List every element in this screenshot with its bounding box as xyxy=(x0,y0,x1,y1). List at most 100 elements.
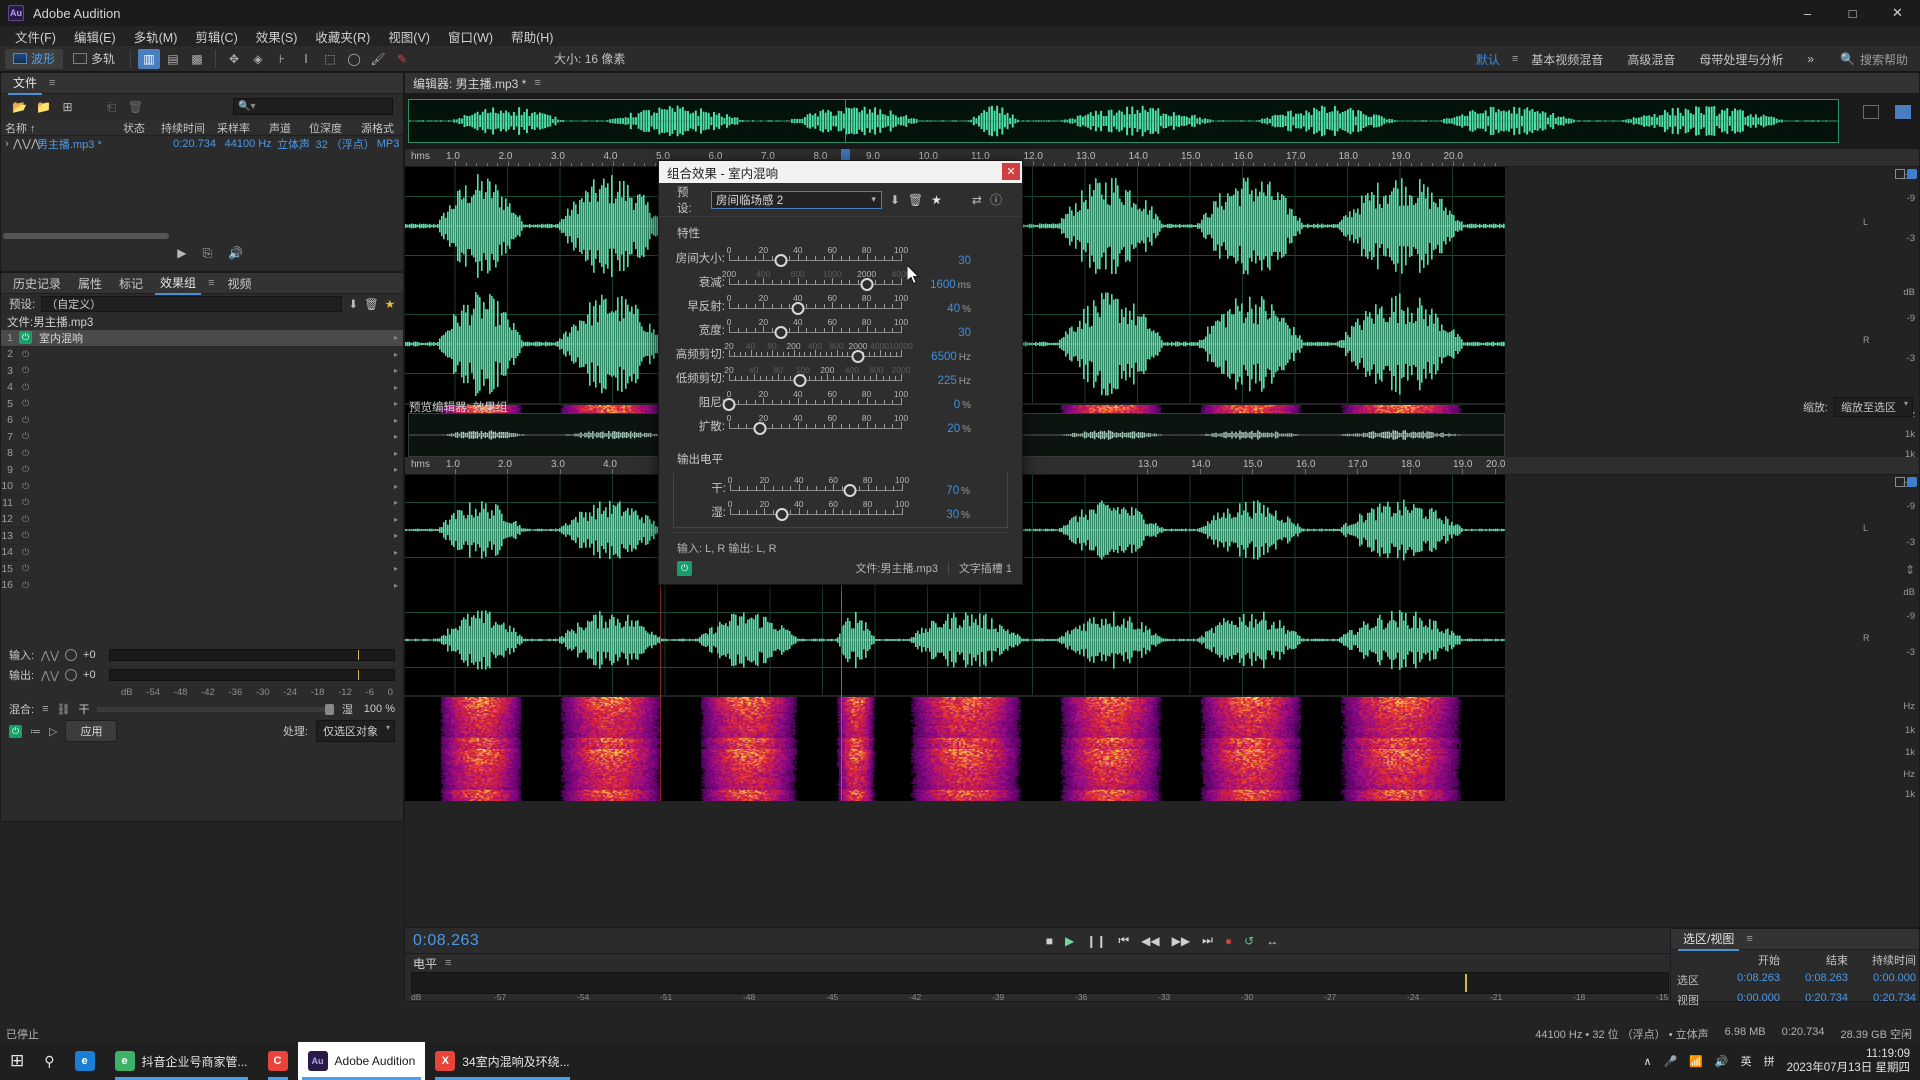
sv-view-duration[interactable]: 0:20.734 xyxy=(1851,990,1919,1010)
move-tool-icon[interactable]: ✥ xyxy=(223,49,245,69)
menu-view[interactable]: 视图(V) xyxy=(379,25,439,48)
time-selection-icon[interactable]: Ⅰ xyxy=(295,49,317,69)
slider-knob[interactable] xyxy=(851,350,865,363)
dialog-preset-select[interactable]: 房间临场感 2 xyxy=(711,190,882,209)
mix-slider[interactable] xyxy=(97,703,334,715)
effects-slot-power-icon[interactable]: ⏻ xyxy=(19,447,32,460)
tab-history[interactable]: 历史记录 xyxy=(8,273,66,294)
dialog-close-button[interactable]: ✕ xyxy=(1002,163,1020,180)
workspace-advanced-mix[interactable]: 高级混音 xyxy=(1615,49,1687,70)
close-window-button[interactable]: ✕ xyxy=(1875,0,1920,26)
spot-healing-brush-icon[interactable]: ✎ xyxy=(391,49,413,69)
effects-slot-power-icon[interactable]: ⏻ xyxy=(19,430,32,443)
pause-button[interactable]: ❙❙ xyxy=(1086,934,1106,948)
shuttle-button[interactable]: ↔ xyxy=(1266,934,1278,948)
chevron-right-icon[interactable]: ▸ xyxy=(394,482,398,491)
loop-button[interactable]: ↺ xyxy=(1244,934,1254,948)
chevron-right-icon[interactable]: ▸ xyxy=(394,449,398,458)
parameter-value[interactable]: 30 xyxy=(911,255,971,267)
parameter-slider[interactable]: 0 20 40 60 80 100 xyxy=(722,389,908,411)
chevron-right-icon[interactable]: ▸ xyxy=(394,333,398,342)
multitrack-mode-button[interactable]: 多轨 xyxy=(65,49,123,69)
selection-view-menu-icon[interactable]: ≡ xyxy=(1746,933,1753,945)
sv-selection-start[interactable]: 0:08.263 xyxy=(1715,970,1783,990)
menu-help[interactable]: 帮助(H) xyxy=(502,25,562,48)
effects-slot[interactable]: 12 ⏻ ▸ xyxy=(1,512,403,528)
tray-chevron-icon[interactable]: ∧ xyxy=(1643,1055,1651,1068)
tab-effects-rack[interactable]: 效果组 xyxy=(155,272,202,295)
slider-knob[interactable] xyxy=(775,508,789,521)
chevron-right-icon[interactable]: ▸ xyxy=(394,416,398,425)
tray-language-icon[interactable]: 英 xyxy=(1741,1053,1752,1069)
overview-waveform[interactable] xyxy=(408,99,1839,143)
parameter-value[interactable]: 20% xyxy=(911,423,971,435)
effects-preset-select[interactable]: （自定义） xyxy=(41,296,343,312)
mix-link-icon[interactable]: ⛓ xyxy=(56,703,70,716)
workspace-menu-icon[interactable]: ≡ xyxy=(1512,53,1519,65)
spectral-frequency-icon[interactable]: ▤ xyxy=(162,49,184,69)
workspace-more-button[interactable]: » xyxy=(1795,50,1826,68)
parameter-slider[interactable]: 0 20 40 60 80 100 xyxy=(727,413,908,435)
editor-maximize-icon-bottom[interactable] xyxy=(1907,477,1917,487)
slider-knob[interactable] xyxy=(774,254,788,267)
waveform-view-icon[interactable]: ▥ xyxy=(138,48,161,69)
levels-meter[interactable] xyxy=(411,972,1669,994)
taskbar-item-audition[interactable]: Au Adobe Audition xyxy=(297,1042,426,1080)
save-preset-icon[interactable]: ⬇ xyxy=(348,297,358,311)
taskbar-search-button[interactable]: ⚲ xyxy=(34,1042,64,1080)
marquee-selection-icon[interactable]: ⬚ xyxy=(319,49,341,69)
effects-slot[interactable]: 1 ⏻ 室内混响 ▸ xyxy=(1,330,403,347)
editor-ruler-lower[interactable]: hms 1.0 2.0 3.0 4.0 13.0 14.0 15.0 16.0 17.0 18.0… xyxy=(405,457,1919,475)
col-channels[interactable]: 声道 xyxy=(265,120,305,136)
parameter-slider[interactable]: 0 20 40 60 80 100 xyxy=(727,293,908,315)
workspace-basic-video[interactable]: 基本视频混音 xyxy=(1519,49,1615,70)
dialog-power-icon[interactable]: ⏻ xyxy=(677,560,692,576)
slip-tool-icon[interactable]: ◈ xyxy=(247,49,269,69)
tab-video[interactable]: 视频 xyxy=(222,273,256,294)
table-row[interactable]: › ⋀⋁⋀ 男主播.mp3 * 0:20.734 44100 Hz 立体声 32… xyxy=(1,136,403,151)
parameter-value[interactable]: 225 Hz xyxy=(911,375,971,387)
effects-slot[interactable]: 14 ⏻ ▸ xyxy=(1,545,403,561)
parameter-value[interactable]: 70% xyxy=(910,485,970,497)
start-button[interactable]: ⊞ xyxy=(0,1042,34,1080)
slider-knob[interactable] xyxy=(774,326,788,339)
effects-slot-power-icon[interactable]: ⏻ xyxy=(19,397,32,410)
effects-slot[interactable]: 16 ⏻ ▸ xyxy=(1,578,403,594)
taskbar-item-douyin[interactable]: e 抖音企业号商家管... xyxy=(105,1042,258,1080)
effects-bypass-icon[interactable]: ▷ xyxy=(49,725,57,738)
parameter-slider[interactable]: 0 20 40 60 80 100 xyxy=(727,317,908,339)
maximize-button[interactable]: □ xyxy=(1830,0,1875,26)
effects-slot[interactable]: 8 ⏻ ▸ xyxy=(1,446,403,462)
dialog-save-preset-icon[interactable]: ⬇ xyxy=(890,193,900,207)
razor-tool-icon[interactable]: ⊦ xyxy=(271,49,293,69)
open-file-icon[interactable]: 📂 xyxy=(11,100,28,115)
parameter-slider[interactable]: 0 20 40 60 80 100 xyxy=(728,475,909,497)
parameter-value[interactable]: 30% xyxy=(910,509,970,521)
spectrogram-right-lower[interactable] xyxy=(405,749,1505,801)
parameter-slider[interactable]: 0 20 40 60 80 100 xyxy=(728,499,909,521)
mix-menu-icon[interactable]: ≡ xyxy=(42,703,48,715)
sv-selection-end[interactable]: 0:08.263 xyxy=(1783,970,1851,990)
tab-markers[interactable]: 标记 xyxy=(114,273,148,294)
close-file-icon[interactable]: 🗑 xyxy=(127,100,144,115)
menu-effects[interactable]: 效果(S) xyxy=(247,25,307,48)
taskbar-item-document[interactable]: X 34室内混响及环绕... xyxy=(425,1042,579,1080)
taskbar-item-c-app[interactable]: C xyxy=(258,1042,298,1080)
sv-selection-duration[interactable]: 0:00.000 xyxy=(1851,970,1919,990)
effects-slot-power-icon[interactable]: ⏻ xyxy=(19,381,32,394)
insert-into-multitrack-icon[interactable]: ⎗ xyxy=(103,100,120,115)
effects-slot-power-icon[interactable]: ⏻ xyxy=(19,529,32,542)
menu-file[interactable]: 文件(F) xyxy=(6,25,65,48)
effects-slot-power-icon[interactable]: ⏻ xyxy=(19,364,32,377)
parameter-value[interactable]: 40% xyxy=(911,303,971,315)
chevron-right-icon[interactable]: ▸ xyxy=(394,498,398,507)
new-file-icon[interactable]: ⊞ xyxy=(59,100,76,115)
files-panel-menu-icon[interactable]: ≡ xyxy=(49,77,56,89)
rewind-button[interactable]: ◀◀ xyxy=(1141,934,1159,948)
chevron-right-icon[interactable]: ▸ xyxy=(394,350,398,359)
tab-properties[interactable]: 属性 xyxy=(73,273,107,294)
parameter-value[interactable]: 6500 Hz xyxy=(911,351,971,363)
zoom-select[interactable]: 缩放至选区 xyxy=(1834,397,1913,417)
col-bitdepth[interactable]: 位深度 xyxy=(305,120,357,136)
effects-slot[interactable]: 4 ⏻ ▸ xyxy=(1,380,403,396)
